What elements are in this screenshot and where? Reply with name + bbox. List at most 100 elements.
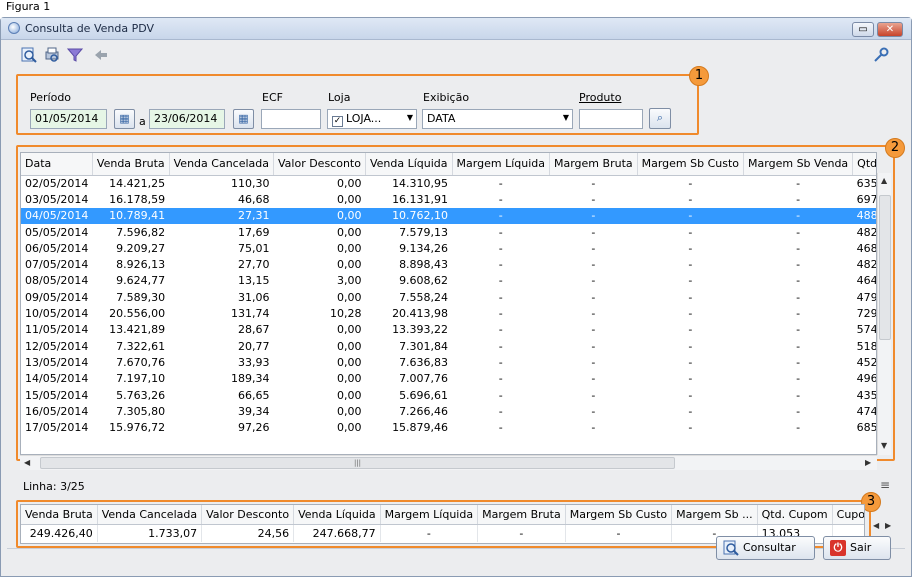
table-cell: - xyxy=(688,372,693,386)
back-arrow-icon[interactable] xyxy=(93,47,109,63)
scroll-right-icon[interactable]: ▶ xyxy=(865,458,871,467)
table-cell: 474 xyxy=(856,404,877,418)
sair-label: Sair xyxy=(850,541,872,554)
loja-select[interactable]: ✓ LOJA... ▼ xyxy=(327,109,417,129)
column-header[interactable]: Margem Bruta xyxy=(549,153,638,176)
scroll-up-icon[interactable]: ▲ xyxy=(881,176,887,185)
column-header[interactable]: Valor Desconto xyxy=(273,153,366,176)
table-cell: 15/05/2014 xyxy=(25,388,89,402)
table-row[interactable]: 12/05/2014 7.322,61 20,77 0,00 7.301,84 - - - - 5… xyxy=(21,338,876,354)
table-cell: - xyxy=(591,176,596,190)
exibicao-value: DATA xyxy=(427,112,456,125)
table-cell: - xyxy=(498,421,503,435)
table-cell: - xyxy=(796,323,801,337)
column-header[interactable]: Venda Líquida xyxy=(365,153,453,176)
close-button[interactable]: ✕ xyxy=(877,22,903,37)
table-cell: - xyxy=(688,421,693,435)
ecf-input[interactable] xyxy=(261,109,321,129)
table-cell: - xyxy=(498,290,503,304)
table-cell: - xyxy=(498,258,503,272)
scroll-left-icon[interactable]: ◀ xyxy=(873,521,879,530)
scroll-down-icon[interactable]: ▼ xyxy=(881,441,887,450)
print-preview-icon[interactable] xyxy=(44,47,60,63)
table-cell: 13.421,89 xyxy=(109,323,166,337)
sales-grid[interactable]: Data Venda Bruta Venda Cancelada Valor Desc… xyxy=(20,152,877,455)
table-row[interactable]: 03/05/2014 16.178,59 46,68 0,00 16.131,91 - - -… xyxy=(21,191,876,207)
table-cell: 10,28 xyxy=(329,307,362,321)
column-header[interactable]: Venda Bruta xyxy=(92,153,170,176)
produto-search-button[interactable]: ⌕ xyxy=(649,108,671,129)
menu-lines-icon[interactable]: ≡ xyxy=(880,478,890,492)
table-cell: - xyxy=(498,274,503,288)
table-row[interactable]: 08/05/2014 9.624,77 13,15 3,00 9.608,62 - - - - 4… xyxy=(21,273,876,289)
table-cell: 7.636,83 xyxy=(399,355,449,369)
chevron-down-icon: ▼ xyxy=(406,113,413,122)
table-row[interactable]: 13/05/2014 7.670,76 33,93 0,00 7.636,83 - - - - 4… xyxy=(21,354,876,370)
table-cell: - xyxy=(498,192,503,206)
column-header[interactable]: Margem Líquida xyxy=(452,153,551,176)
vertical-scroll-thumb[interactable] xyxy=(879,195,891,340)
table-cell: 574 xyxy=(856,323,877,337)
table-cell: 13,15 xyxy=(238,274,270,288)
loja-checkbox[interactable]: ✓ xyxy=(332,116,343,127)
totals-column-header: Venda Cancelada xyxy=(97,505,203,525)
calendar-to-button[interactable]: ▦ xyxy=(233,109,254,129)
table-cell: - xyxy=(498,388,503,402)
column-header[interactable]: Data xyxy=(21,153,93,176)
table-row[interactable]: 09/05/2014 7.589,30 31,06 0,00 7.558,24 - - - - 4… xyxy=(21,289,876,305)
table-row[interactable]: 17/05/2014 15.976,72 97,26 0,00 15.879,46 - - -… xyxy=(21,419,876,435)
table-cell: 0,00 xyxy=(336,355,362,369)
vertical-scrollbar[interactable]: ▲ ▼ xyxy=(877,173,891,455)
table-cell: 13/05/2014 xyxy=(25,355,89,369)
table-row[interactable]: 06/05/2014 9.209,27 75,01 0,00 9.134,26 - - - - 4… xyxy=(21,240,876,256)
table-cell: - xyxy=(688,355,693,369)
scroll-left-icon[interactable]: ◀ xyxy=(24,458,30,467)
table-cell: - xyxy=(796,290,801,304)
produto-input[interactable] xyxy=(579,109,643,129)
totals-column-header: Margem Sb Custo xyxy=(565,505,673,525)
exibicao-select[interactable]: DATA ▼ xyxy=(422,109,573,129)
table-cell: 14.421,25 xyxy=(109,176,166,190)
table-cell: 7.596,82 xyxy=(116,225,166,239)
date-to-input[interactable]: 23/06/2014 xyxy=(149,109,225,129)
key-icon[interactable] xyxy=(873,47,889,67)
column-header[interactable]: Margem Sb Custo xyxy=(637,153,745,176)
totals-column-header: Valor Desconto xyxy=(201,505,295,525)
search-doc-icon[interactable] xyxy=(21,47,37,63)
table-row[interactable]: 16/05/2014 7.305,80 39,34 0,00 7.266,46 - - - - 4… xyxy=(21,403,877,419)
column-header[interactable]: Venda Cancelada xyxy=(169,153,275,176)
table-cell: 05/05/2014 xyxy=(25,225,89,239)
table-row[interactable]: 07/05/2014 8.926,13 27,70 0,00 8.898,43 - - - - 4… xyxy=(21,256,876,272)
totals-value: 1.733,07 xyxy=(97,524,203,542)
consultar-button[interactable]: Consultar xyxy=(716,536,815,560)
sair-button[interactable]: ⏻ Sair xyxy=(823,536,891,560)
table-row[interactable]: 15/05/2014 5.763,26 66,65 0,00 5.696,61 - - - - 4… xyxy=(21,387,876,403)
totals-column-header: Venda Bruta xyxy=(21,505,98,525)
table-cell: 0,00 xyxy=(336,323,362,337)
table-row[interactable]: 14/05/2014 7.197,10 189,34 0,00 7.007,76 - - - -… xyxy=(21,371,876,387)
table-cell: 729 xyxy=(856,307,877,321)
calendar-from-button[interactable]: ▦ xyxy=(114,109,135,129)
date-from-input[interactable]: 01/05/2014 xyxy=(30,109,107,129)
table-row[interactable]: 02/05/2014 14.421,25 110,30 0,00 14.310,95 - -… xyxy=(21,175,876,191)
table-cell: 5.696,61 xyxy=(399,388,449,402)
horizontal-scrollbar[interactable]: ◀ ||| ▶ xyxy=(20,455,877,470)
table-cell: 12/05/2014 xyxy=(25,339,89,353)
table-row[interactable]: 05/05/2014 7.596,82 17,69 0,00 7.579,13 - - - - 4… xyxy=(21,224,876,240)
column-header[interactable]: Qtde Cupom xyxy=(852,153,876,176)
table-cell: - xyxy=(796,192,801,206)
filter-icon[interactable] xyxy=(66,47,84,63)
table-cell: 16.178,59 xyxy=(109,192,166,206)
scroll-right-icon[interactable]: ▶ xyxy=(885,521,891,530)
table-row[interactable]: 11/05/2014 13.421,89 28,67 0,00 13.393,22 - - -… xyxy=(21,322,877,338)
totals-column-header: Margem Bruta xyxy=(477,505,566,525)
restore-button[interactable]: ▭ xyxy=(852,22,874,37)
column-header[interactable]: Margem Sb Venda xyxy=(743,153,854,176)
horizontal-scroll-thumb[interactable]: ||| xyxy=(40,457,675,469)
table-row[interactable]: 10/05/2014 20.556,00 131,74 10,28 20.413,98 -… xyxy=(21,305,877,321)
table-cell: - xyxy=(796,176,801,190)
search-doc-icon xyxy=(723,540,739,556)
produto-link[interactable]: Produto xyxy=(579,91,621,104)
table-cell: 110,30 xyxy=(231,176,270,190)
table-row[interactable]: 04/05/2014 10.789,41 27,31 0,00 10.762,10- - -… xyxy=(21,207,876,224)
